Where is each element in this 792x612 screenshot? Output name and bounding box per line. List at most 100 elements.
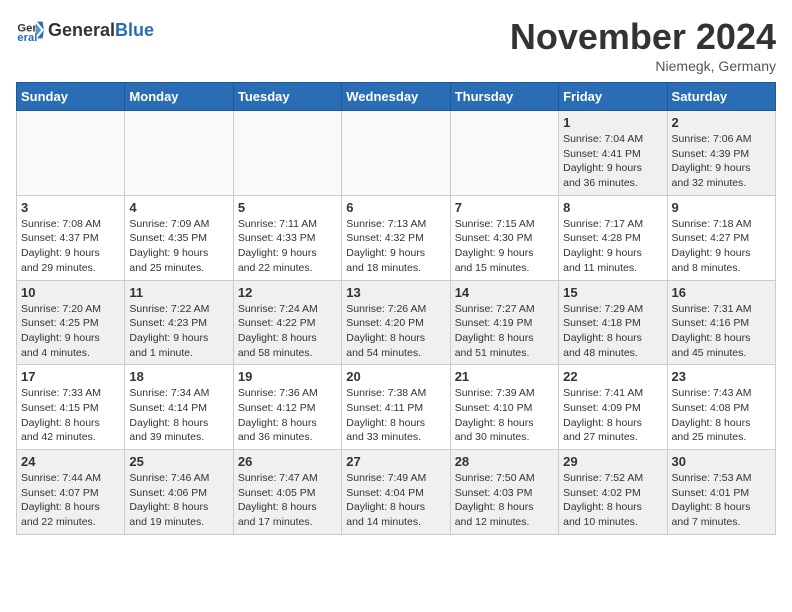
calendar-day-cell: 4 Sunrise: 7:09 AM Sunset: 4:35 PM Daylig…	[125, 195, 233, 280]
day-number: 18	[129, 369, 228, 384]
day-number: 3	[21, 200, 120, 215]
calendar-week-row: 24Sunrise: 7:44 AM Sunset: 4:07 PM Dayli…	[17, 450, 776, 535]
calendar-day-cell: 30 Sunrise: 7:53 AM Sunset: 4:01 PM Dayli…	[667, 450, 775, 535]
weekday-header: Sunday	[17, 83, 125, 111]
day-number: 30	[672, 454, 771, 469]
calendar-day-cell: 11Sunrise: 7:22 AM Sunset: 4:23 PM Dayli…	[125, 280, 233, 365]
day-info: Sunrise: 7:52 AM Sunset: 4:02 PM Dayligh…	[563, 471, 662, 530]
day-number: 6	[346, 200, 445, 215]
calendar-day-cell	[125, 111, 233, 196]
day-info: Sunrise: 7:08 AM Sunset: 4:37 PM Dayligh…	[21, 217, 120, 276]
calendar-day-cell: 9 Sunrise: 7:18 AM Sunset: 4:27 PM Daylig…	[667, 195, 775, 280]
calendar-day-cell: 25Sunrise: 7:46 AM Sunset: 4:06 PM Dayli…	[125, 450, 233, 535]
calendar-header-row: SundayMondayTuesdayWednesdayThursdayFrid…	[17, 83, 776, 111]
day-info: Sunrise: 7:09 AM Sunset: 4:35 PM Dayligh…	[129, 217, 228, 276]
logo: Gen eral General Blue	[16, 16, 154, 44]
calendar-day-cell	[233, 111, 341, 196]
svg-text:eral: eral	[17, 32, 37, 44]
day-info: Sunrise: 7:11 AM Sunset: 4:33 PM Dayligh…	[238, 217, 337, 276]
weekday-header: Friday	[559, 83, 667, 111]
day-number: 21	[455, 369, 554, 384]
calendar-day-cell	[450, 111, 558, 196]
day-info: Sunrise: 7:27 AM Sunset: 4:19 PM Dayligh…	[455, 302, 554, 361]
weekday-header: Saturday	[667, 83, 775, 111]
logo-text: General Blue	[48, 20, 154, 41]
calendar-day-cell: 6 Sunrise: 7:13 AM Sunset: 4:32 PM Daylig…	[342, 195, 450, 280]
day-info: Sunrise: 7:15 AM Sunset: 4:30 PM Dayligh…	[455, 217, 554, 276]
calendar-day-cell	[17, 111, 125, 196]
day-number: 16	[672, 285, 771, 300]
calendar-day-cell: 19 Sunrise: 7:36 AM Sunset: 4:12 PM Dayli…	[233, 365, 341, 450]
calendar-day-cell	[342, 111, 450, 196]
day-number: 20	[346, 369, 445, 384]
day-info: Sunrise: 7:04 AM Sunset: 4:41 PM Dayligh…	[563, 132, 662, 191]
day-info: Sunrise: 7:24 AM Sunset: 4:22 PM Dayligh…	[238, 302, 337, 361]
weekday-header: Monday	[125, 83, 233, 111]
calendar-day-cell: 22 Sunrise: 7:41 AM Sunset: 4:09 PM Dayli…	[559, 365, 667, 450]
calendar-day-cell: 8 Sunrise: 7:17 AM Sunset: 4:28 PM Daylig…	[559, 195, 667, 280]
day-number: 23	[672, 369, 771, 384]
day-number: 22	[563, 369, 662, 384]
calendar-day-cell: 10Sunrise: 7:20 AM Sunset: 4:25 PM Dayli…	[17, 280, 125, 365]
day-info: Sunrise: 7:13 AM Sunset: 4:32 PM Dayligh…	[346, 217, 445, 276]
day-number: 12	[238, 285, 337, 300]
day-number: 29	[563, 454, 662, 469]
day-number: 5	[238, 200, 337, 215]
day-number: 8	[563, 200, 662, 215]
title-area: November 2024 Niemegk, Germany	[510, 16, 776, 74]
day-number: 26	[238, 454, 337, 469]
calendar-day-cell: 26 Sunrise: 7:47 AM Sunset: 4:05 PM Dayli…	[233, 450, 341, 535]
calendar-day-cell: 17 Sunrise: 7:33 AM Sunset: 4:15 PM Dayli…	[17, 365, 125, 450]
day-info: Sunrise: 7:44 AM Sunset: 4:07 PM Dayligh…	[21, 471, 120, 530]
day-info: Sunrise: 7:29 AM Sunset: 4:18 PM Dayligh…	[563, 302, 662, 361]
calendar-day-cell: 28 Sunrise: 7:50 AM Sunset: 4:03 PM Dayli…	[450, 450, 558, 535]
day-number: 4	[129, 200, 228, 215]
calendar-day-cell: 12 Sunrise: 7:24 AM Sunset: 4:22 PM Dayli…	[233, 280, 341, 365]
calendar-week-row: 17 Sunrise: 7:33 AM Sunset: 4:15 PM Dayli…	[17, 365, 776, 450]
calendar-day-cell: 2 Sunrise: 7:06 AM Sunset: 4:39 PM Daylig…	[667, 111, 775, 196]
day-number: 25	[129, 454, 228, 469]
day-info: Sunrise: 7:33 AM Sunset: 4:15 PM Dayligh…	[21, 386, 120, 445]
day-info: Sunrise: 7:47 AM Sunset: 4:05 PM Dayligh…	[238, 471, 337, 530]
calendar-day-cell: 21Sunrise: 7:39 AM Sunset: 4:10 PM Dayli…	[450, 365, 558, 450]
day-number: 28	[455, 454, 554, 469]
day-info: Sunrise: 7:41 AM Sunset: 4:09 PM Dayligh…	[563, 386, 662, 445]
day-number: 19	[238, 369, 337, 384]
calendar-day-cell: 27 Sunrise: 7:49 AM Sunset: 4:04 PM Dayli…	[342, 450, 450, 535]
day-number: 9	[672, 200, 771, 215]
day-info: Sunrise: 7:49 AM Sunset: 4:04 PM Dayligh…	[346, 471, 445, 530]
day-number: 7	[455, 200, 554, 215]
calendar-day-cell: 3 Sunrise: 7:08 AM Sunset: 4:37 PM Daylig…	[17, 195, 125, 280]
calendar-week-row: 10Sunrise: 7:20 AM Sunset: 4:25 PM Dayli…	[17, 280, 776, 365]
day-number: 11	[129, 285, 228, 300]
calendar-day-cell: 14 Sunrise: 7:27 AM Sunset: 4:19 PM Dayli…	[450, 280, 558, 365]
calendar-day-cell: 23Sunrise: 7:43 AM Sunset: 4:08 PM Dayli…	[667, 365, 775, 450]
calendar-day-cell: 16Sunrise: 7:31 AM Sunset: 4:16 PM Dayli…	[667, 280, 775, 365]
calendar-day-cell: 29 Sunrise: 7:52 AM Sunset: 4:02 PM Dayli…	[559, 450, 667, 535]
calendar-day-cell: 24Sunrise: 7:44 AM Sunset: 4:07 PM Dayli…	[17, 450, 125, 535]
calendar-day-cell: 13Sunrise: 7:26 AM Sunset: 4:20 PM Dayli…	[342, 280, 450, 365]
day-number: 2	[672, 115, 771, 130]
day-info: Sunrise: 7:53 AM Sunset: 4:01 PM Dayligh…	[672, 471, 771, 530]
day-info: Sunrise: 7:17 AM Sunset: 4:28 PM Dayligh…	[563, 217, 662, 276]
day-info: Sunrise: 7:18 AM Sunset: 4:27 PM Dayligh…	[672, 217, 771, 276]
day-info: Sunrise: 7:36 AM Sunset: 4:12 PM Dayligh…	[238, 386, 337, 445]
day-info: Sunrise: 7:06 AM Sunset: 4:39 PM Dayligh…	[672, 132, 771, 191]
calendar-day-cell: 7 Sunrise: 7:15 AM Sunset: 4:30 PM Daylig…	[450, 195, 558, 280]
weekday-header: Thursday	[450, 83, 558, 111]
calendar-day-cell: 1 Sunrise: 7:04 AM Sunset: 4:41 PM Daylig…	[559, 111, 667, 196]
calendar-day-cell: 5 Sunrise: 7:11 AM Sunset: 4:33 PM Daylig…	[233, 195, 341, 280]
weekday-header: Tuesday	[233, 83, 341, 111]
calendar-day-cell: 18 Sunrise: 7:34 AM Sunset: 4:14 PM Dayli…	[125, 365, 233, 450]
day-info: Sunrise: 7:26 AM Sunset: 4:20 PM Dayligh…	[346, 302, 445, 361]
day-number: 17	[21, 369, 120, 384]
day-number: 10	[21, 285, 120, 300]
day-number: 15	[563, 285, 662, 300]
day-number: 27	[346, 454, 445, 469]
month-title: November 2024	[510, 16, 776, 58]
day-info: Sunrise: 7:34 AM Sunset: 4:14 PM Dayligh…	[129, 386, 228, 445]
day-number: 1	[563, 115, 662, 130]
calendar: SundayMondayTuesdayWednesdayThursdayFrid…	[16, 82, 776, 535]
day-number: 14	[455, 285, 554, 300]
day-info: Sunrise: 7:50 AM Sunset: 4:03 PM Dayligh…	[455, 471, 554, 530]
